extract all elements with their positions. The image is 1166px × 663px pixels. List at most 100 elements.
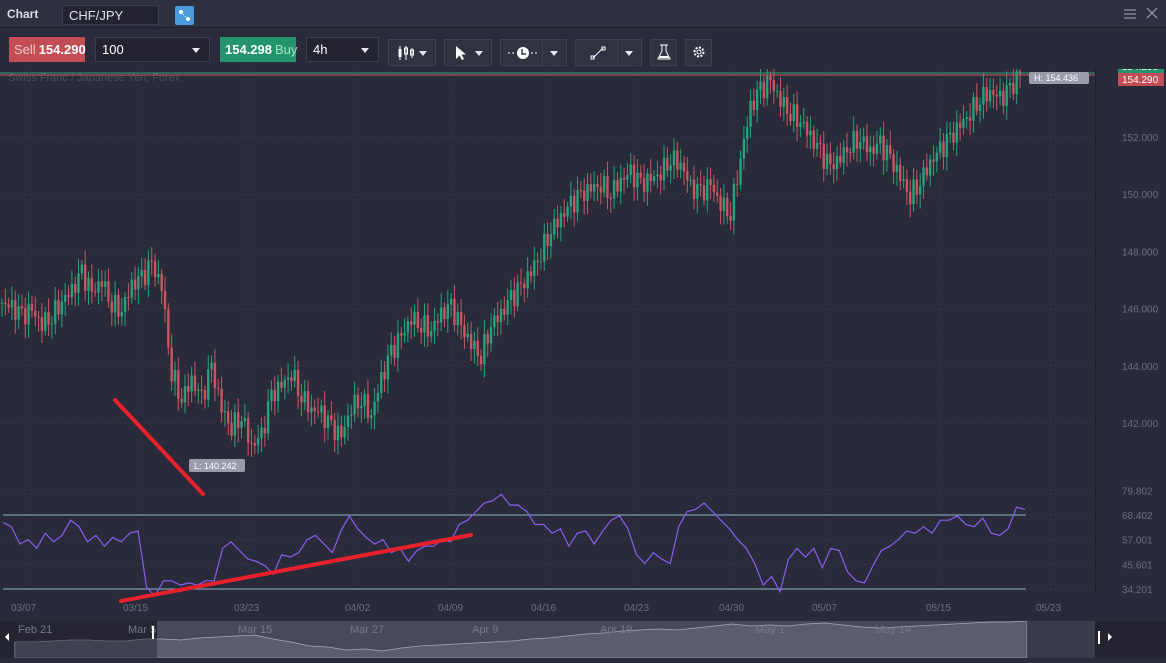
sell-price: 154.290 [38, 42, 86, 57]
candle-down [383, 372, 386, 380]
time-tick-label: 04/09 [438, 603, 463, 614]
candle-up [223, 411, 227, 413]
candle-down [469, 333, 473, 350]
candle-up [696, 184, 699, 199]
candle-down [779, 90, 782, 107]
drawing-tools-dropdown[interactable] [575, 39, 642, 66]
candle-down [882, 135, 885, 161]
candle-down [220, 388, 223, 413]
candle-down [942, 141, 945, 158]
candle-down [682, 162, 686, 172]
candle-up [835, 155, 839, 170]
candle-up [403, 332, 406, 336]
candle-down [110, 301, 113, 313]
candle-up [553, 218, 556, 235]
candle-down [187, 385, 190, 392]
candle-down [479, 356, 483, 365]
candle-up [210, 362, 213, 370]
time-tick-label: 04/16 [531, 603, 556, 614]
time-tick-label: 05/15 [926, 603, 951, 614]
candle-up [948, 132, 952, 135]
candle-down [463, 325, 466, 338]
candle-down [579, 190, 583, 192]
candle-up [765, 75, 769, 99]
compare-icon[interactable] [175, 6, 194, 25]
candle-down [952, 132, 955, 143]
hamburger-menu-icon[interactable] [1123, 7, 1137, 21]
navigator-tick-label: Apr 9 [472, 624, 498, 636]
candle-up [539, 261, 543, 263]
chart-area[interactable]: Swiss Franc / Japanese Yen, Forex 152.00… [0, 57, 1166, 621]
candle-down [153, 261, 157, 278]
candle-up [10, 300, 14, 308]
candle-down [100, 281, 104, 287]
navigator-tick-label: May 14 [875, 624, 911, 636]
candle-up [466, 333, 469, 338]
candle-up [50, 323, 54, 325]
candle-up [197, 389, 200, 391]
scroll-left-icon[interactable] [5, 633, 9, 641]
candle-down [709, 179, 712, 185]
rsi-trendline [119, 533, 473, 603]
settings-button[interactable] [685, 39, 712, 66]
candle-down [839, 155, 842, 163]
candle-up [336, 425, 340, 441]
time-tick-label: 05/07 [812, 603, 837, 614]
sell-button[interactable]: Sell 154.290 [9, 37, 86, 62]
quantity-select[interactable]: 100 [95, 37, 210, 62]
navigator[interactable]: Feb 21 Mar 5 Mar 15 Mar 27 Apr 9 Apr 19 May 1 M… [0, 620, 1166, 659]
candle-down [93, 291, 97, 293]
candle-down [596, 183, 599, 187]
candle-up [935, 152, 939, 162]
time-scale-dropdown[interactable] [500, 39, 567, 66]
scroll-right-icon[interactable] [1108, 633, 1112, 641]
candle-up [120, 312, 123, 317]
chart-type-dropdown[interactable] [388, 39, 436, 66]
candle-down [40, 317, 44, 331]
close-icon[interactable] [1145, 6, 1159, 20]
candle-up [499, 308, 503, 323]
navigator-mask-right [1027, 621, 1095, 658]
low-label: L: 140.242 [194, 461, 237, 471]
candle-up [266, 401, 270, 434]
window-titlebar: Chart CHF/JPY [0, 0, 1166, 28]
candle-down [47, 312, 50, 325]
candle-up [852, 130, 855, 153]
candle-up [256, 438, 260, 446]
symbol-input[interactable]: CHF/JPY [62, 5, 159, 25]
navigator-left-handle[interactable] [152, 626, 154, 639]
cursor-dropdown[interactable] [444, 39, 492, 66]
candle-up [293, 369, 296, 381]
candle-down [133, 279, 137, 290]
time-tick-label: 05/23 [1036, 603, 1061, 614]
chart-svg[interactable]: Swiss Franc / Japanese Yen, Forex 152.00… [0, 57, 1166, 621]
sell-label: Sell [14, 42, 36, 57]
candle-up [429, 331, 433, 337]
navigator-right-handle[interactable] [1098, 631, 1100, 644]
candle-down [1002, 90, 1005, 106]
candle-down [280, 381, 283, 388]
timeframe-select[interactable]: 4h [306, 37, 379, 62]
candle-down [915, 179, 919, 195]
candle-down [163, 291, 167, 310]
candle-up [636, 172, 639, 188]
candle-down [536, 260, 539, 262]
candle-up [207, 369, 210, 400]
candle-down [193, 375, 197, 391]
indicators-button[interactable] [650, 39, 677, 66]
draw-line-icon [590, 45, 606, 64]
candle-down [699, 184, 702, 186]
candle-up [922, 167, 925, 187]
candle-up [310, 407, 313, 413]
candle-down [340, 425, 343, 438]
candle-up [679, 162, 682, 170]
candle-down [573, 195, 576, 213]
candle-up [982, 87, 985, 105]
candle-down [323, 405, 326, 429]
navigator-svg[interactable]: Feb 21 Mar 5 Mar 15 Mar 27 Apr 9 Apr 19 May 1 M… [0, 620, 1166, 659]
buy-button[interactable]: 154.298 Buy [220, 37, 297, 62]
candle-up [183, 385, 187, 403]
divider [617, 40, 618, 65]
candle-up [629, 164, 632, 175]
candle-up [626, 174, 629, 180]
